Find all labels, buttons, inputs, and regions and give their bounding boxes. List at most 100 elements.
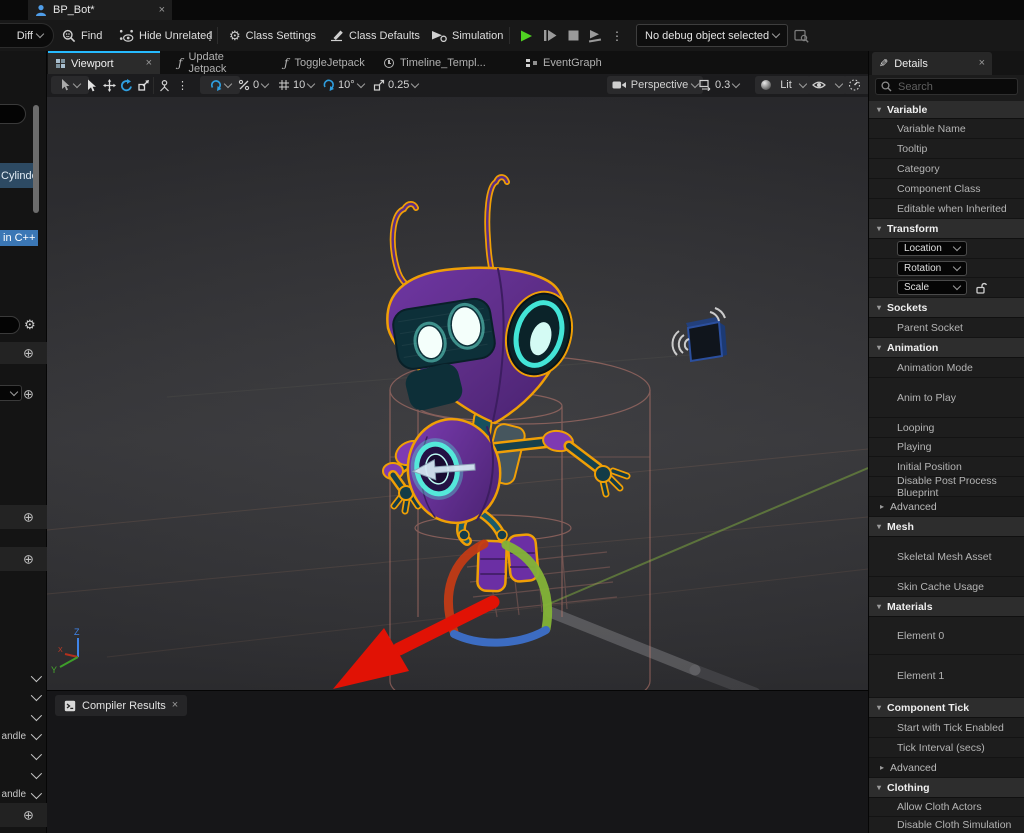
hide-unrelated-button[interactable]: Hide Unrelated [119, 20, 212, 51]
collapse-arrow-icon[interactable]: ▾ [877, 522, 881, 531]
angle-snap-control[interactable]: 0 [238, 74, 270, 96]
scale-snap-control[interactable]: 0.25 [373, 74, 420, 96]
close-icon[interactable]: × [146, 58, 152, 69]
tab-togglejetpack[interactable]: ƒ ToggleJetpack [276, 51, 368, 74]
collapse-arrow-icon[interactable]: ▾ [877, 783, 881, 792]
details-row-looping[interactable]: Looping [869, 418, 1024, 438]
details-row-tooltip[interactable]: Tooltip [869, 139, 1024, 159]
view-mode-dropdown[interactable]: Lit [755, 76, 811, 94]
play-options-overflow-icon[interactable]: ⋮ [611, 20, 623, 51]
category-row[interactable]: ⊕ [0, 342, 47, 364]
close-icon[interactable]: × [172, 700, 178, 711]
expand-arrow-icon[interactable]: ▸ [880, 763, 884, 772]
details-row-start-with-tick-enabled[interactable]: Start with Tick Enabled [869, 718, 1024, 738]
debug-object-select[interactable]: No debug object selected [636, 24, 788, 47]
tab-eventgraph[interactable]: EventGraph [518, 51, 604, 74]
details-row-disable-post-process-blueprint[interactable]: Disable Post Process Blueprint [869, 475, 1024, 499]
details-row-playing[interactable]: Playing [869, 438, 1024, 457]
add-icon[interactable]: ⊕ [23, 347, 34, 360]
details-category-animation[interactable]: ▾ Animation [869, 338, 1024, 358]
category-row[interactable]: ⊕ [0, 505, 47, 529]
collapse-arrow-icon[interactable]: ▾ [877, 343, 881, 352]
details-row-tick-interval-secs[interactable]: Tick Interval (secs) [869, 738, 1024, 758]
scale-dropdown[interactable]: Scale [897, 280, 967, 295]
event-binding-row[interactable] [0, 746, 47, 765]
tab-viewport[interactable]: Viewport × [48, 51, 160, 74]
details-row-animation-mode[interactable]: Animation Mode [869, 358, 1024, 378]
details-row-element-1[interactable]: Element 1 [869, 655, 1024, 698]
components-scrollbar[interactable] [33, 105, 39, 213]
select-mode-dropdown[interactable] [51, 76, 89, 94]
event-binding-row[interactable]: andle [0, 785, 47, 804]
details-row-variable-name[interactable]: Variable Name [869, 119, 1024, 139]
add-icon[interactable]: ⊕ [23, 511, 34, 524]
add-icon[interactable]: ⊕ [23, 809, 34, 822]
details-category-mesh[interactable]: ▾ Mesh [869, 517, 1024, 537]
details-row-editable-when-inherited[interactable]: Editable when Inherited [869, 199, 1024, 219]
event-binding-row[interactable] [0, 707, 47, 726]
details-category-materials[interactable]: ▾ Materials [869, 597, 1024, 617]
tab-details[interactable]: ✎ Details × [872, 52, 992, 75]
robot-character[interactable] [382, 174, 631, 593]
details-advanced-19[interactable]: ▸ Advanced [869, 497, 1024, 517]
myblueprint-search-field[interactable] [0, 316, 20, 334]
rotation-dropdown[interactable]: Rotation [897, 260, 967, 276]
event-binding-row[interactable] [0, 668, 47, 687]
details-row-parent-socket[interactable]: Parent Socket [869, 318, 1024, 338]
location-dropdown[interactable]: Location [897, 241, 967, 256]
details-row-skeletal-mesh-asset[interactable]: Skeletal Mesh Asset [869, 537, 1024, 577]
camera-mode-dropdown[interactable]: Perspective [607, 76, 703, 94]
diff-button[interactable]: Diff [0, 23, 54, 48]
screen-percentage-control[interactable]: 0.3 [699, 74, 741, 96]
details-row-disable-cloth-simulation[interactable]: Disable Cloth Simulation [869, 817, 1024, 833]
class-settings-button[interactable]: ⚙ Class Settings [229, 20, 316, 51]
details-transform-rotation[interactable]: Rotation [869, 259, 1024, 278]
coordinate-space-button[interactable] [158, 74, 171, 96]
details-row-element-0[interactable]: Element 0 [869, 617, 1024, 655]
details-row-allow-cloth-actors[interactable]: Allow Cloth Actors [869, 798, 1024, 817]
play-button[interactable] [519, 20, 533, 51]
find-button[interactable]: Find [62, 20, 102, 51]
show-flags-dropdown[interactable] [807, 76, 847, 94]
category-row[interactable]: ⊕ [0, 547, 47, 571]
viewport-3d[interactable]: Z X Y [47, 97, 868, 690]
collapse-arrow-icon[interactable]: ▾ [877, 303, 881, 312]
details-category-variable[interactable]: ▾ Variable [869, 101, 1024, 119]
simulation-button[interactable]: Simulation [431, 20, 503, 51]
advance-frame-button[interactable] [587, 20, 603, 51]
tab-compiler-results[interactable]: Compiler Results × [55, 695, 188, 716]
details-row-category[interactable]: Category [869, 159, 1024, 179]
gear-icon[interactable]: ⚙ [24, 318, 36, 331]
details-search[interactable] [875, 78, 1018, 95]
details-transform-location[interactable]: Location [869, 239, 1024, 259]
browse-debug-object-button[interactable] [794, 20, 810, 51]
surface-snap-dropdown[interactable] [200, 76, 240, 94]
unlock-icon[interactable] [975, 282, 987, 294]
select-tool-button[interactable] [86, 74, 97, 96]
grid-snap-control[interactable]: 10 [278, 74, 316, 96]
filter-dropdown[interactable] [0, 385, 22, 401]
details-advanced-29[interactable]: ▸ Advanced [869, 758, 1024, 778]
details-transform-scale[interactable]: Scale [869, 278, 1024, 298]
asset-tab-bp-bot[interactable]: BP_Bot* × [28, 0, 172, 20]
tab-update-jetpack[interactable]: ƒ Update Jetpack [170, 51, 266, 75]
move-tool-button[interactable] [103, 74, 116, 96]
event-binding-row[interactable] [0, 766, 47, 785]
audio-component-sprite[interactable] [671, 307, 727, 363]
details-row-skin-cache-usage[interactable]: Skin Cache Usage [869, 577, 1024, 597]
rotate-tool-button[interactable] [120, 74, 133, 96]
details-category-component-tick[interactable]: ▾ Component Tick [869, 698, 1024, 718]
add-icon[interactable]: ⊕ [23, 388, 34, 401]
details-category-transform[interactable]: ▾ Transform [869, 219, 1024, 239]
event-binding-row[interactable]: andle [0, 727, 47, 746]
close-icon[interactable]: × [979, 58, 985, 69]
add-icon[interactable]: ⊕ [23, 553, 34, 566]
details-category-clothing[interactable]: ▾ Clothing [869, 778, 1024, 798]
toolbar-overflow-icon[interactable]: ⋮ [204, 20, 216, 51]
collapse-arrow-icon[interactable]: ▾ [877, 105, 881, 114]
scale-tool-button[interactable] [138, 74, 150, 96]
details-row-anim-to-play[interactable]: Anim to Play [869, 378, 1024, 418]
collapse-arrow-icon[interactable]: ▾ [877, 602, 881, 611]
tab-timeline-templ[interactable]: Timeline_Templ... [376, 51, 508, 74]
components-search-field[interactable] [0, 104, 26, 124]
